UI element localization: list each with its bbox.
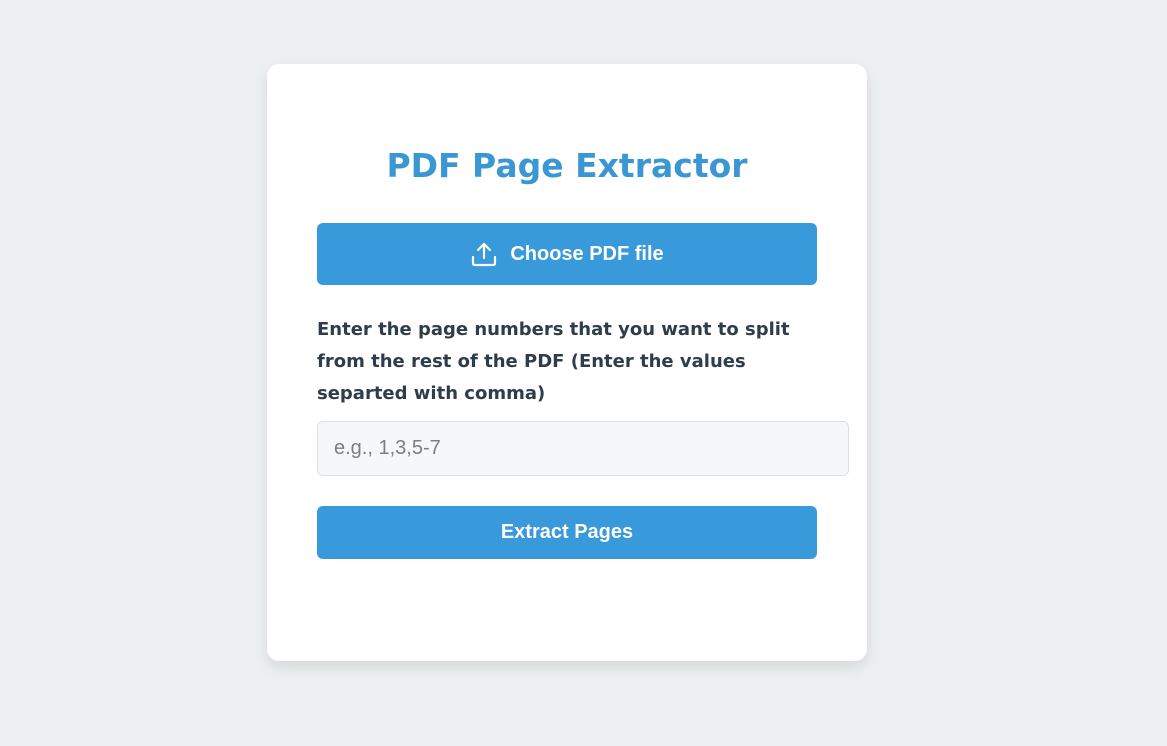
page-title: PDF Page Extractor [386, 146, 748, 185]
choose-pdf-button[interactable]: Choose PDF file [317, 223, 817, 285]
upload-icon [470, 240, 498, 268]
page-numbers-instructions: Enter the page numbers that you want to … [317, 319, 790, 404]
page-numbers-input[interactable] [317, 421, 849, 476]
extract-pages-button[interactable]: Extract Pages [317, 506, 817, 559]
extractor-card: PDF Page Extractor Choose PDF file Enter… [267, 64, 867, 661]
choose-pdf-label: Choose PDF file [510, 242, 664, 265]
